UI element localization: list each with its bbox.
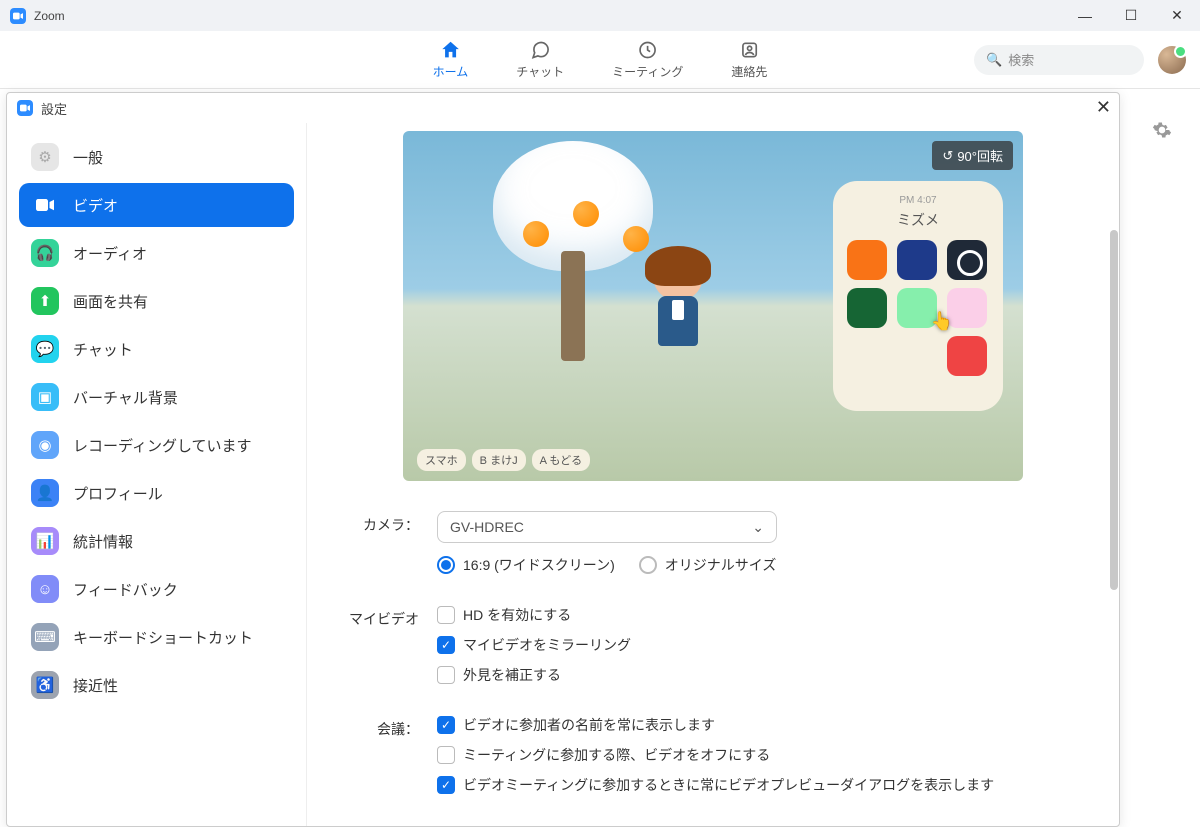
chevron-down-icon: ⌄ <box>752 519 764 536</box>
aspect-original-radio[interactable]: オリジナルサイズ <box>639 555 777 575</box>
sidebar-item-video[interactable]: ビデオ <box>19 183 294 227</box>
video-preview: ↺90°回転 PM 4:07 ミズメ <box>403 131 1023 481</box>
preview-dialog-checkbox[interactable]: ✓ビデオミーティングに参加するときに常にビデオプレビューダイアログを表示します <box>437 775 1089 795</box>
camera-select[interactable]: GV-HDREC ⌄ <box>437 511 777 543</box>
sidebar-item-profile[interactable]: 👤プロフィール <box>19 471 294 515</box>
nav-tab-meetings[interactable]: ミーティング <box>612 39 683 80</box>
sidebar-item-stats[interactable]: 📊統計情報 <box>19 519 294 563</box>
app-titlebar: Zoom — ☐ ✕ <box>0 0 1200 31</box>
zoom-app-icon <box>10 8 26 24</box>
nav-tab-home[interactable]: ホーム <box>433 39 469 80</box>
settings-gear-icon[interactable] <box>1152 120 1172 145</box>
settings-titlebar: 設定 ✕ <box>7 93 1119 123</box>
sidebar-item-virtual-bg[interactable]: ▣バーチャル背景 <box>19 375 294 419</box>
hand-cursor-icon: 👆 <box>931 311 953 332</box>
settings-sidebar: ⚙一般 ビデオ 🎧オーディオ ⬆画面を共有 💬チャット ▣バーチャル背景 ◉レコ… <box>7 123 307 826</box>
chat-bubble-icon: 💬 <box>31 335 59 363</box>
video-off-join-checkbox[interactable]: ミーティングに参加する際、ビデオをオフにする <box>437 745 1089 765</box>
clock-icon <box>637 39 659 61</box>
mirror-checkbox[interactable]: ✓マイビデオをミラーリング <box>437 635 1089 655</box>
record-icon: ◉ <box>31 431 59 459</box>
settings-close-button[interactable]: ✕ <box>1096 97 1111 118</box>
video-icon <box>31 191 59 219</box>
stats-icon: 📊 <box>31 527 59 555</box>
scrollbar[interactable] <box>1110 110 1118 823</box>
window-maximize-button[interactable]: ☐ <box>1108 0 1154 31</box>
sidebar-item-recording[interactable]: ◉レコーディングしています <box>19 423 294 467</box>
rotate-button[interactable]: ↺90°回転 <box>932 141 1013 170</box>
preview-character <box>643 251 713 371</box>
search-icon: 🔍 <box>986 52 1002 68</box>
nav-tab-contacts[interactable]: 連絡先 <box>731 39 767 80</box>
accessibility-icon: ♿ <box>31 671 59 699</box>
rotate-icon: ↺ <box>942 148 953 164</box>
hd-checkbox[interactable]: HD を有効にする <box>437 605 1089 625</box>
preview-tree <box>483 131 663 401</box>
app-title: Zoom <box>34 9 65 23</box>
window-close-button[interactable]: ✕ <box>1154 0 1200 31</box>
smile-icon: ☺ <box>31 575 59 603</box>
image-icon: ▣ <box>31 383 59 411</box>
sidebar-item-accessibility[interactable]: ♿接近性 <box>19 663 294 707</box>
sidebar-item-audio[interactable]: 🎧オーディオ <box>19 231 294 275</box>
aspect-169-radio[interactable]: 16:9 (ワイドスクリーン) <box>437 555 615 575</box>
settings-content: ↺90°回転 PM 4:07 ミズメ <box>307 123 1119 826</box>
preview-phone-ui: PM 4:07 ミズメ 👆 <box>833 181 1003 411</box>
settings-window: 設定 ✕ ⚙一般 ビデオ 🎧オーディオ ⬆画面を共有 💬チャット ▣バーチャル背… <box>6 92 1120 827</box>
sidebar-item-keyboard[interactable]: ⌨キーボードショートカット <box>19 615 294 659</box>
camera-label: カメラ： <box>337 511 437 535</box>
chat-icon <box>529 39 551 61</box>
zoom-icon <box>17 100 33 116</box>
nav-tab-chat[interactable]: チャット <box>516 39 564 80</box>
meeting-label: 会議： <box>337 715 437 739</box>
window-minimize-button[interactable]: — <box>1062 0 1108 31</box>
person-icon: 👤 <box>31 479 59 507</box>
main-nav: ホーム チャット ミーティング 連絡先 🔍 検索 <box>0 31 1200 89</box>
sidebar-item-share[interactable]: ⬆画面を共有 <box>19 279 294 323</box>
myvideo-label: マイビデオ <box>337 605 437 629</box>
settings-title-text: 設定 <box>41 99 67 118</box>
headphones-icon: 🎧 <box>31 239 59 267</box>
keyboard-icon: ⌨ <box>31 623 59 651</box>
gear-icon: ⚙ <box>31 143 59 171</box>
search-input[interactable]: 🔍 検索 <box>974 45 1144 75</box>
contacts-icon <box>738 39 760 61</box>
user-avatar[interactable] <box>1158 46 1186 74</box>
touchup-checkbox[interactable]: 外見を補正する <box>437 665 1089 685</box>
sidebar-item-general[interactable]: ⚙一般 <box>19 135 294 179</box>
show-names-checkbox[interactable]: ✓ビデオに参加者の名前を常に表示します <box>437 715 1089 735</box>
home-icon <box>439 39 461 61</box>
share-icon: ⬆ <box>31 287 59 315</box>
sidebar-item-feedback[interactable]: ☺フィードバック <box>19 567 294 611</box>
sidebar-item-chat[interactable]: 💬チャット <box>19 327 294 371</box>
